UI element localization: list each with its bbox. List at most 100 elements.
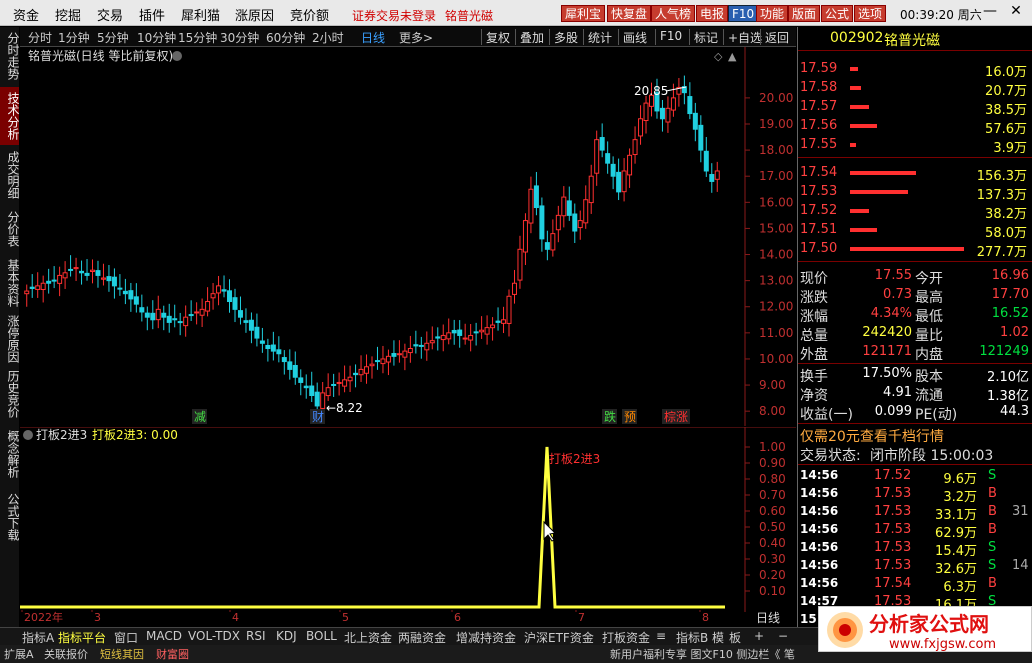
tool-5[interactable]: F10 (660, 29, 682, 43)
indicator-tab-4[interactable]: VOL-TDX (188, 629, 240, 643)
menu-item-funds[interactable]: 资金 (13, 5, 39, 24)
kline-chart[interactable]: 铭普光磁(日线 等比前复权) ◇ ▲ 20.00 19.00 18.00 17.00 16.0… (20, 47, 796, 426)
sidebar-tab-0[interactable]: 分时走势 (0, 27, 20, 85)
period-8[interactable]: 日线 (361, 29, 385, 46)
tool-1[interactable]: 叠加 (520, 29, 544, 46)
status-ext-a[interactable]: 扩展A (4, 646, 34, 662)
candle-body (221, 289, 227, 292)
period-2[interactable]: 5分钟 (97, 29, 129, 46)
candle-body (692, 112, 698, 130)
indicator-name: 打板2进3 (36, 428, 87, 442)
indicator-tab-9[interactable]: 两融资金 (398, 629, 446, 646)
period-9[interactable]: 更多> (399, 29, 433, 46)
sidebar-tab-4[interactable]: 基本资料 (0, 255, 20, 311)
telegraph-button[interactable]: 电报 (696, 5, 729, 22)
stat-value-1: 0.73 (883, 287, 912, 302)
sidebar-tab-8[interactable]: 公式下载 (0, 487, 20, 547)
sidebar-tab-5[interactable]: 涨停原因 (0, 313, 20, 365)
indicator-tab-8[interactable]: 北上资金 (344, 629, 392, 646)
tool-8[interactable]: 返回 (765, 29, 789, 46)
layout-button[interactable]: 版面 (788, 5, 821, 22)
indicator-tab-10[interactable]: 增减持资金 (456, 629, 516, 646)
candle-body (572, 213, 578, 232)
bid-row[interactable]: 17.51 58.0万 (798, 221, 1032, 241)
indicator-tab-1[interactable]: 指标平台 (58, 629, 106, 646)
status-right-text[interactable]: 新用户福利专享 图文F10 侧边栏《 笔 (610, 646, 795, 662)
date-tick-label: 4 (232, 611, 239, 624)
ask-row[interactable]: 17.56 57.6万 (798, 117, 1032, 137)
stat-row: 收益(一) 0.099 PE(动) 44.3 (798, 403, 1032, 423)
menu-item-trade[interactable]: 交易 (97, 5, 123, 24)
sidebar-tab-3[interactable]: 分价表 (0, 205, 20, 253)
indicator-tab-2[interactable]: 窗口 (114, 629, 138, 646)
period-4[interactable]: 15分钟 (178, 29, 217, 46)
indicator-tab-16[interactable]: 板 (729, 629, 741, 646)
indicator-tab-7[interactable]: BOLL (306, 629, 337, 643)
sidebar-tab-2[interactable]: 成交明细 (0, 147, 20, 203)
f10-top-button[interactable]: F10 (728, 5, 759, 22)
bid-row[interactable]: 17.52 38.2万 (798, 202, 1032, 222)
ask-row[interactable]: 17.55 3.9万 (798, 136, 1032, 156)
tool-7[interactable]: +自选 (728, 29, 762, 46)
menu-item-xilimao[interactable]: 犀利猫 (181, 5, 220, 24)
depth-promo-link[interactable]: 仅需20元查看千档行情 (800, 426, 944, 446)
panel-divider (798, 157, 1032, 158)
tool-3[interactable]: 统计 (588, 29, 612, 46)
indicator-tab-5[interactable]: RSI (246, 629, 266, 643)
bid-row[interactable]: 17.54 156.3万 (798, 164, 1032, 184)
tool-4[interactable]: 画线 (623, 29, 647, 46)
indicator-tab-18[interactable]: − (778, 629, 788, 643)
bid-row[interactable]: 17.53 137.3万 (798, 183, 1032, 203)
indicator-tab-17[interactable]: + (754, 629, 764, 643)
bid-row[interactable]: 17.50 277.7万 (798, 240, 1032, 260)
ask-row[interactable]: 17.57 38.5万 (798, 98, 1032, 118)
sidebar-tab-6[interactable]: 历史竞价 (0, 367, 20, 420)
candle-body (68, 268, 74, 271)
formula-button[interactable]: 公式 (821, 5, 854, 22)
quick-review-button[interactable]: 快复盘 (607, 5, 652, 22)
menu-item-limitup-reason[interactable]: 涨原因 (235, 5, 274, 24)
price-tick-label: 17.00 (759, 169, 793, 183)
period-0[interactable]: 分时 (28, 29, 52, 46)
status-wealth-circle[interactable]: 财富圈 (156, 646, 189, 662)
indicator-tab-3[interactable]: MACD (146, 629, 182, 643)
sidebar-tab-7[interactable]: 概念解析 (0, 422, 20, 485)
indicator-chart[interactable]: 打板2进3 打板2进3: 0.00 1.00 0.90 0.80 0.70 0.60 0.50… (20, 427, 796, 627)
indicator-tab-0[interactable]: 指标A (22, 629, 54, 646)
menu-item-mining[interactable]: 挖掘 (55, 5, 81, 24)
period-5[interactable]: 30分钟 (220, 29, 259, 46)
indicator-tab-15[interactable]: 模 (712, 629, 724, 646)
menu-item-plugins[interactable]: 插件 (139, 5, 165, 24)
tool-2[interactable]: 多股 (554, 29, 578, 46)
options-button[interactable]: 选项 (854, 5, 887, 22)
sidebar-tab-1[interactable]: 技术分析 (0, 87, 20, 145)
date-tick-label: 8 (702, 611, 709, 624)
indicator-tab-14[interactable]: 指标B (676, 629, 708, 646)
indicator-tab-6[interactable]: KDJ (276, 629, 297, 643)
period-7[interactable]: 2小时 (312, 29, 344, 46)
popularity-list-button[interactable]: 人气榜 (651, 5, 696, 22)
xilibao-button[interactable]: 犀利宝 (561, 5, 606, 22)
ask-row[interactable]: 17.59 16.0万 (798, 60, 1032, 80)
minimize-icon[interactable]: — (978, 3, 1002, 23)
period-3[interactable]: 10分钟 (137, 29, 176, 46)
candle-body (429, 340, 435, 344)
ask-row[interactable]: 17.58 20.7万 (798, 79, 1032, 99)
candle-body (605, 153, 611, 164)
function-button[interactable]: 功能 (756, 5, 789, 22)
indicator-tab-11[interactable]: 沪深ETF资金 (524, 629, 594, 646)
candle-body (205, 301, 211, 312)
login-warning[interactable]: 证券交易未登录 (352, 7, 436, 24)
status-short-line[interactable]: 短线其因 (100, 646, 144, 662)
menu-item-auction[interactable]: 竞价额 (290, 5, 329, 24)
tool-0[interactable]: 复权 (486, 29, 510, 46)
tool-6[interactable]: 标记 (694, 29, 718, 46)
kline-background (20, 47, 796, 426)
indicator-tab-12[interactable]: 打板资金 (602, 629, 650, 646)
close-icon[interactable]: ✕ (1004, 3, 1028, 23)
status-related-quote[interactable]: 关联报价 (44, 646, 88, 662)
stat-label-1: 现价 (800, 271, 828, 287)
period-6[interactable]: 60分钟 (266, 29, 305, 46)
indicator-tab-13[interactable]: ≡ (656, 629, 666, 643)
period-1[interactable]: 1分钟 (58, 29, 90, 46)
